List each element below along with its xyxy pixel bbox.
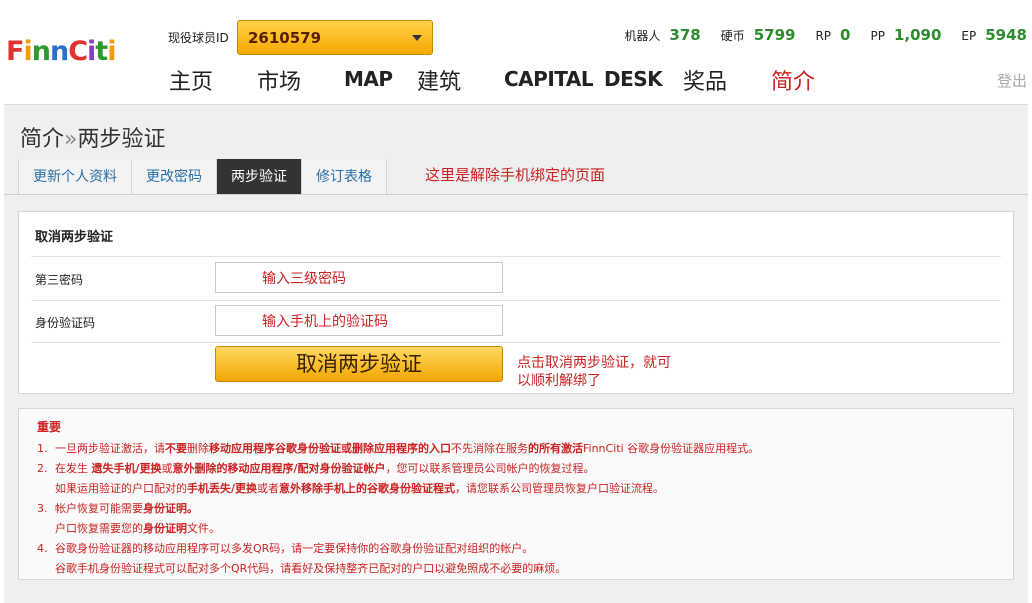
item-text: 移动应用程序谷歌身份验证或删除应用程序的入口 xyxy=(209,442,451,455)
list-item: 谷歌手机身份验证程式可以配对多个QR代码，请看好及保持整齐已配对的户口以避免照成… xyxy=(37,559,1007,579)
nav-home[interactable]: 主页 xyxy=(169,64,213,96)
password-hint-annotation: 输入三级密码 xyxy=(262,271,346,287)
nav-desk[interactable]: DESK xyxy=(604,67,663,91)
finnciti-logo[interactable]: FinnCiti xyxy=(6,36,117,67)
stat-value: 1,090 xyxy=(893,26,942,44)
row-divider xyxy=(31,342,1001,343)
stat-value: 5948 xyxy=(985,26,1027,44)
row-divider xyxy=(31,300,1001,301)
tab-change-password[interactable]: 更改密码 xyxy=(132,159,217,195)
page-title: 简介»两步验证 xyxy=(20,121,166,153)
nav-market[interactable]: 市场 xyxy=(257,64,301,96)
chevron-down-icon xyxy=(412,35,422,41)
list-item: 2. 在发生 遗失手机/更换或意外删除的移动应用程序/配对身份验证帐户，您可以联系… xyxy=(37,459,1007,479)
item-text: 意外删除的移动应用程序/配对身份验证帐户 xyxy=(172,462,386,475)
stat-rp: RP 0 xyxy=(815,26,850,44)
item-number: 1. xyxy=(37,442,48,455)
tab-revise-form[interactable]: 修订表格 xyxy=(302,159,387,195)
auth-code-input[interactable]: 输入手机上的验证码 xyxy=(215,305,503,336)
breadcrumb-separator: » xyxy=(64,127,78,152)
stat-value: 378 xyxy=(669,26,701,44)
important-list: 1. 一旦两步验证激活，请不要删除移动应用程序谷歌身份验证或删除应用程序的入口不先… xyxy=(37,439,1007,579)
item-text: 文件。 xyxy=(187,522,220,535)
item-text: 谷歌身份验证器的移动应用程序可以多发QR码，请一定要保持你的谷歌身份验证配对组织… xyxy=(55,542,534,555)
nav-buildings[interactable]: 建筑 xyxy=(417,64,461,96)
breadcrumb-current: 两步验证 xyxy=(77,127,166,152)
item-text: 遗失手机/更换 xyxy=(91,462,162,475)
item-text: 在发生 xyxy=(55,462,92,475)
nav-capital[interactable]: CAPITAL xyxy=(504,67,594,91)
main-nav: 主页 市场 MAP 建筑 CAPITAL DESK 奖品 简介 xyxy=(0,64,1032,100)
item-text: 删除 xyxy=(187,442,209,455)
stat-label: PP xyxy=(870,29,885,43)
nav-prizes[interactable]: 奖品 xyxy=(683,64,727,96)
tab-annotation-note: 这里是解除手机绑定的页面 xyxy=(425,166,606,184)
player-id-value: 2610579 xyxy=(248,29,322,47)
item-text: ，您可以联系管理员公司帐户的恢复过程。 xyxy=(385,462,595,475)
item-text: 手机丢失/更换 xyxy=(187,482,258,495)
stat-label: RP xyxy=(815,29,832,43)
item-text: 不先消除在服务 xyxy=(451,442,528,455)
stat-pp: PP 1,090 xyxy=(870,26,941,44)
item-text: 谷歌手机身份验证程式可以配对多个QR代码，请看好及保持整齐已配对的户口以避免照成… xyxy=(55,562,567,575)
cancel-two-step-form: 取消两步验证 第三密码 输入三级密码 身份验证码 输入手机上的验证码 取消两步验… xyxy=(18,211,1014,394)
item-number: 3. xyxy=(37,502,48,515)
list-item: 4. 谷歌身份验证器的移动应用程序可以多发QR码，请一定要保持你的谷歌身份验证配对… xyxy=(37,539,1007,559)
row-divider xyxy=(31,256,1001,257)
item-text: 一旦两步验证激活，请 xyxy=(55,442,165,455)
item-text: FinnCiti 谷歌身份验证器应用程式。 xyxy=(583,442,760,455)
player-id-select[interactable]: 2610579 xyxy=(237,20,433,55)
cancel-two-step-button[interactable]: 取消两步验证 xyxy=(215,346,503,382)
list-item: 3. 帐户恢复可能需要身份证明。 xyxy=(37,499,1007,519)
item-text: 如果运用验证的户口配对的 xyxy=(55,482,187,495)
item-text: ，请您联系公司管理员恢复户口验证流程。 xyxy=(455,482,665,495)
item-text: 或者 xyxy=(257,482,280,495)
third-password-label: 第三密码 xyxy=(35,273,84,287)
tab-divider xyxy=(4,194,1028,195)
breadcrumb-root[interactable]: 简介 xyxy=(20,127,64,152)
stat-label: 硬币 xyxy=(720,29,745,43)
list-item: 1. 一旦两步验证激活，请不要删除移动应用程序谷歌身份验证或删除应用程序的入口不先… xyxy=(37,439,1007,459)
page-panel: 简介»两步验证 更新个人资料 更改密码 两步验证 修订表格 这里是解除手机绑定的… xyxy=(4,104,1028,603)
tab-two-step-verification[interactable]: 两步验证 xyxy=(217,159,302,195)
item-text: 不要 xyxy=(165,442,187,455)
third-password-input[interactable]: 输入三级密码 xyxy=(215,262,503,293)
list-item: 户口恢复需要您的身份证明文件。 xyxy=(37,519,1007,539)
item-text: 身份证明。 xyxy=(143,502,198,515)
stat-label: 机器人 xyxy=(624,29,661,43)
stat-value: 0 xyxy=(840,26,851,44)
nav-map[interactable]: MAP xyxy=(344,67,393,91)
important-notice: 重要 1. 一旦两步验证激活，请不要删除移动应用程序谷歌身份验证或删除应用程序的入… xyxy=(18,408,1014,580)
player-id-label: 现役球员ID xyxy=(168,31,229,45)
submit-annotation-line2: 以顺利解绑了 xyxy=(517,373,601,389)
logout-link[interactable]: 登出 xyxy=(997,70,1027,91)
item-number: 2. xyxy=(37,462,48,475)
code-hint-annotation: 输入手机上的验证码 xyxy=(262,314,388,330)
stat-coins: 硬币 5799 xyxy=(721,26,796,44)
tab-update-profile[interactable]: 更新个人资料 xyxy=(18,159,132,195)
resource-stats: 机器人 378 硬币 5799 RP 0 PP 1,090 EP 5948 xyxy=(604,26,1027,44)
item-text: 意外移除手机上的谷歌身份验证程式 xyxy=(279,482,456,495)
list-item: 如果运用验证的户口配对的手机丢失/更换或者意外移除手机上的谷歌身份验证程式，请您… xyxy=(37,479,1007,499)
item-text: 的所有激活 xyxy=(528,442,583,455)
submit-annotation-line1: 点击取消两步验证，就可 xyxy=(517,355,671,371)
auth-code-label: 身份验证码 xyxy=(35,316,96,330)
stat-value: 5799 xyxy=(753,26,796,44)
item-text: 身份证明 xyxy=(143,522,187,535)
stat-label: EP xyxy=(961,29,977,43)
item-text: 帐户恢复可能需要 xyxy=(55,502,143,515)
form-title: 取消两步验证 xyxy=(35,230,114,245)
important-title: 重要 xyxy=(37,420,62,434)
top-header: FinnCiti 现役球员ID 2610579 机器人 378 硬币 5799 … xyxy=(0,0,1032,100)
stat-ep: EP 5948 xyxy=(961,26,1027,44)
stat-robots: 机器人 378 xyxy=(624,26,700,44)
nav-profile[interactable]: 简介 xyxy=(771,64,815,96)
item-number: 4. xyxy=(37,542,48,555)
item-text: 户口恢复需要您的 xyxy=(55,522,143,535)
item-text: 或 xyxy=(161,462,173,475)
profile-tabs: 更新个人资料 更改密码 两步验证 修订表格 xyxy=(18,159,387,195)
